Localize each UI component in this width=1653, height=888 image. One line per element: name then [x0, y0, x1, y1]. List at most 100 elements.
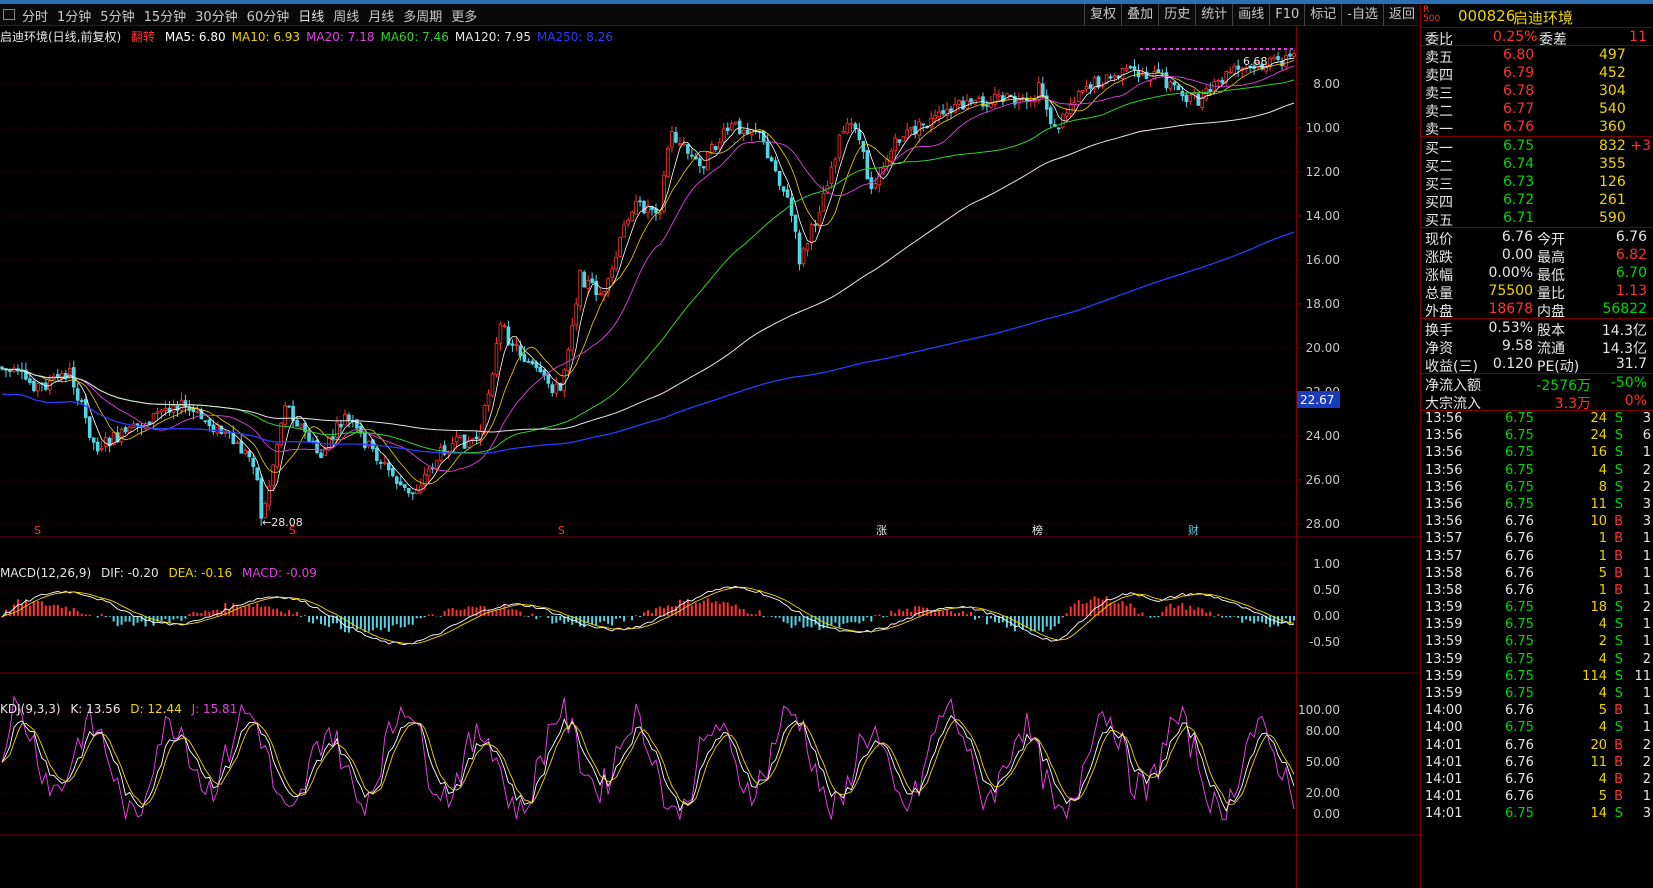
fund-flow: 净流入额 -2576万 -50% 大宗流入 3.3万 0%: [1421, 374, 1653, 412]
tick-count: 11: [1634, 668, 1651, 684]
tab-6[interactable]: 日线: [298, 6, 324, 25]
candle-body: [1172, 81, 1177, 86]
candle-body: [821, 192, 826, 212]
candle-body: [215, 424, 220, 434]
candle-body: [243, 449, 248, 454]
fund-value: 9.58: [1501, 338, 1533, 354]
candle-body: [1284, 55, 1288, 68]
tick-row: 13:56 6.75 11 S 3: [1421, 497, 1653, 514]
candle-body: [614, 256, 618, 270]
candle-body: [602, 291, 606, 295]
candle-body: [1220, 79, 1225, 84]
tick-side: B: [1614, 514, 1623, 530]
candle-body: [650, 206, 654, 211]
candle-body: [458, 435, 463, 438]
tool-button-0[interactable]: 复权: [1084, 4, 1121, 26]
candle-body: [1040, 83, 1045, 97]
candle-body: [1272, 56, 1276, 60]
tool-button-8[interactable]: 返回: [1382, 4, 1420, 26]
candle-body: [502, 325, 507, 327]
tick-side: B: [1614, 565, 1623, 581]
fund-row: 换手 0.53% 股本 14.3亿: [1421, 319, 1653, 339]
tick-count: 3: [1642, 496, 1651, 512]
tab-7[interactable]: 周线: [333, 6, 359, 25]
tab-8[interactable]: 月线: [368, 6, 394, 25]
event-marker: S: [34, 524, 41, 537]
tool-button-1[interactable]: 叠加: [1121, 4, 1158, 26]
candle-body: [997, 94, 1001, 97]
candle-body: [1056, 127, 1061, 130]
price-axis-label: 8.00: [1313, 77, 1340, 91]
tick-row: 13:57 6.76 1 B 1: [1421, 531, 1653, 548]
flow-pct: -50%: [1610, 375, 1647, 391]
candle-body: [255, 467, 260, 481]
tick-count: 1: [1642, 548, 1651, 564]
tab-3[interactable]: 15分钟: [144, 6, 187, 25]
tick-time: 14:01: [1425, 771, 1463, 787]
tab-1[interactable]: 1分钟: [57, 6, 91, 25]
bid-price: 6.74: [1503, 156, 1535, 172]
macd-axis-label: 1.00: [1313, 557, 1340, 571]
tick-volume: 5: [1598, 789, 1607, 805]
candle-body: [235, 442, 240, 445]
candle-body: [917, 121, 921, 136]
tick-time: 14:01: [1425, 789, 1463, 805]
tick-volume: 18: [1590, 600, 1607, 616]
tick-side: S: [1614, 651, 1623, 667]
tick-row: 13:56 6.75 24 S 3: [1421, 411, 1653, 428]
candle-body: [386, 462, 391, 471]
tick-time: 13:56: [1425, 479, 1463, 495]
kline-chart-area[interactable]: 8.0010.0012.0014.0016.0018.0020.0022.002…: [0, 27, 1420, 888]
kline-chart-canvas[interactable]: 8.0010.0012.0014.0016.0018.0020.0022.002…: [0, 27, 1420, 888]
tick-count: 6: [1642, 428, 1651, 444]
tool-button-5[interactable]: F10: [1269, 4, 1304, 26]
stat-value: 75500: [1488, 283, 1533, 299]
ma-label-1: MA10: 6.93: [231, 30, 301, 44]
tick-list[interactable]: 13:56 6.75 24 S 3 13:56 6.75 24 S 6 13:56 6.75 16 S 1 1…: [1421, 411, 1653, 824]
tool-button-7[interactable]: -自选: [1341, 4, 1383, 26]
tick-time: 14:01: [1425, 754, 1463, 770]
tab-5[interactable]: 60分钟: [247, 6, 290, 25]
candle-body: [1108, 76, 1113, 79]
tick-side: S: [1614, 479, 1623, 495]
window-menu-icon[interactable]: [3, 9, 15, 20]
tick-price: 6.75: [1505, 496, 1534, 512]
stock-header[interactable]: R 500 000826 启迪环境: [1421, 4, 1653, 28]
tick-side: S: [1614, 496, 1623, 512]
tool-button-6[interactable]: 标记: [1304, 4, 1341, 26]
tab-2[interactable]: 5分钟: [100, 6, 134, 25]
tab-4[interactable]: 30分钟: [195, 6, 238, 25]
tick-time: 13:59: [1425, 600, 1463, 616]
event-marker: S: [289, 524, 296, 537]
candle-body: [287, 405, 291, 408]
candle-body: [909, 126, 913, 130]
event-marker: 涨: [876, 524, 887, 537]
candle-body: [550, 384, 555, 393]
candle-body: [733, 121, 738, 125]
tick-count: 2: [1642, 600, 1651, 616]
current-price-label: 22.67: [1300, 393, 1334, 407]
bid-price: 6.73: [1503, 174, 1535, 190]
tool-button-2[interactable]: 历史: [1158, 4, 1195, 26]
candle-body: [785, 189, 790, 198]
tab-9[interactable]: 多周期: [403, 6, 442, 25]
tab-0[interactable]: 分时: [22, 6, 48, 25]
tick-volume: 10: [1590, 514, 1607, 530]
tick-time: 13:56: [1425, 496, 1463, 512]
tick-side: B: [1614, 754, 1623, 770]
candle-body: [414, 489, 419, 494]
tick-time: 13:56: [1425, 462, 1463, 478]
tick-volume: 16: [1590, 445, 1607, 461]
stat-value-2: 6.82: [1615, 247, 1647, 263]
stat-label: 外盘: [1425, 304, 1453, 320]
ask-label: 卖一: [1425, 122, 1453, 138]
candle-body: [1196, 93, 1201, 106]
tool-button-3[interactable]: 统计: [1195, 4, 1232, 26]
price-axis-label: 14.00: [1306, 209, 1340, 223]
tab-10[interactable]: 更多: [451, 6, 477, 25]
tool-button-4[interactable]: 画线: [1232, 4, 1269, 26]
ma10-line: [1, 60, 1295, 485]
ma-label-2: MA20: 7.18: [306, 30, 375, 44]
tick-volume: 24: [1590, 411, 1607, 426]
tick-time: 13:59: [1425, 686, 1463, 701]
